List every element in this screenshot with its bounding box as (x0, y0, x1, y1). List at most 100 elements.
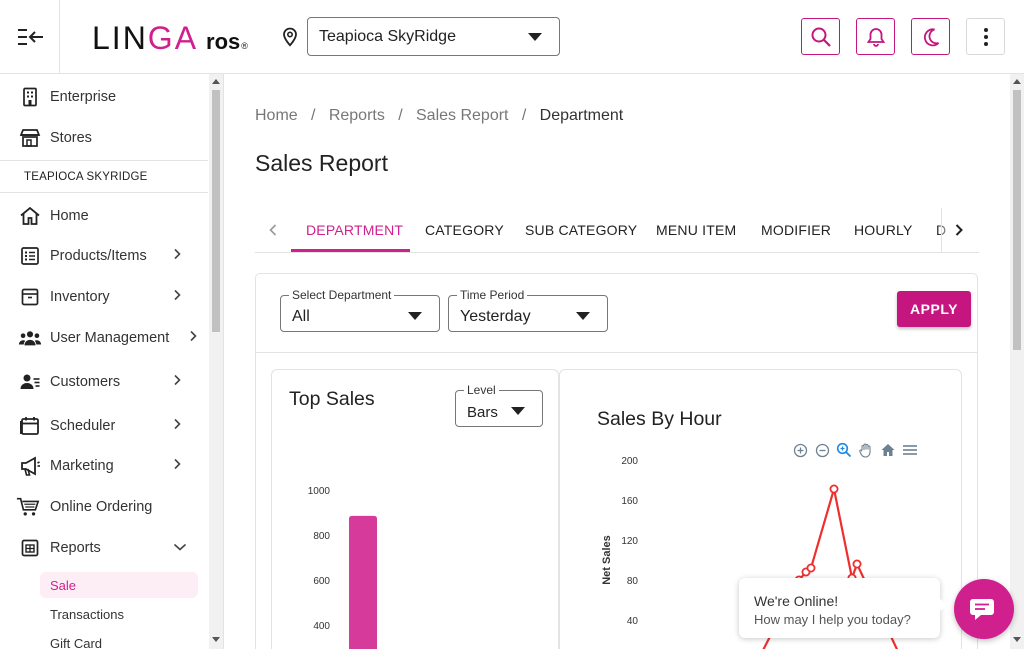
megaphone-icon (18, 454, 42, 478)
sidebar-item-label: Products/Items (50, 248, 147, 264)
breadcrumb-sales-report[interactable]: Sales Report (416, 107, 509, 125)
tab-department[interactable]: DEPARTMENT (306, 208, 403, 252)
sidebar-item-home[interactable]: Home (0, 198, 208, 234)
sidebar-item-label: Scheduler (50, 418, 116, 434)
store-select-value: Teapioca SkyRidge (319, 27, 456, 45)
logo-registered-mark: ® (241, 41, 248, 51)
chevron-down-icon (408, 312, 422, 320)
tab-label: MENU ITEM (656, 222, 737, 238)
page-scrollbar-thumb[interactable] (1013, 90, 1021, 350)
sidebar-subitem-sale[interactable]: Sale (40, 572, 198, 598)
tab-label: HOURLY (854, 222, 913, 238)
sidebar-item-enterprise[interactable]: Enterprise (0, 79, 208, 115)
chat-launcher-button[interactable] (954, 579, 1014, 639)
sales-by-hour-y-tick: 80 (627, 576, 639, 587)
filter-card-divider (256, 352, 977, 353)
sidebar-divider (0, 160, 208, 161)
sales-by-hour-y-tick: 200 (621, 456, 638, 467)
sidebar-item-inventory[interactable]: Inventory (0, 279, 208, 315)
sidebar-item-customers[interactable]: Customers (0, 364, 208, 400)
sidebar-item-label: Online Ordering (50, 499, 153, 515)
list-icon (18, 244, 42, 268)
breadcrumb-home[interactable]: Home (255, 107, 298, 125)
top-sales-card: Top Sales Level Bars 400 600 800 1000 (271, 369, 559, 649)
cart-icon (16, 495, 40, 519)
sidebar-item-label: User Management (50, 330, 170, 346)
chat-greeting-subtitle: How may I help you today? (754, 612, 911, 627)
sidebar-item-reports[interactable]: Reports (0, 530, 208, 566)
customers-icon (18, 370, 42, 394)
menu-collapse-icon[interactable] (0, 0, 60, 73)
tab-category[interactable]: CATEGORY (425, 208, 504, 252)
breadcrumb-department: Department (539, 107, 624, 124)
scroll-up-arrow-icon[interactable] (1013, 79, 1021, 84)
more-options-button[interactable] (966, 18, 1005, 55)
linga-logo[interactable]: LIN GA ros ® (92, 20, 248, 57)
department-select-value: All (292, 308, 310, 325)
tabs-scroll-left-button[interactable] (263, 220, 283, 240)
sales-by-hour-y-axis-label: Net Sales (601, 535, 613, 585)
notifications-button[interactable] (856, 18, 895, 55)
sidebar-item-label: Customers (50, 374, 121, 390)
scroll-down-arrow-icon[interactable] (1013, 637, 1021, 642)
sales-by-hour-y-tick: 40 (627, 616, 639, 627)
store-icon (18, 126, 42, 150)
tab-modifier[interactable]: MODIFIER (761, 208, 831, 252)
breadcrumb: Home / Reports / Sales Report / Departme… (255, 107, 623, 125)
logo-text-ros: ros (206, 29, 241, 54)
tab-menu-item[interactable]: MENU ITEM (656, 208, 736, 252)
sidebar-subitem-gift-card[interactable]: Gift Card (40, 630, 198, 649)
chat-bubble-tail (939, 598, 947, 612)
chevron-down-icon (173, 539, 187, 557)
tab-hourly[interactable]: HOURLY (854, 208, 913, 252)
sidebar-scrollbar[interactable] (209, 74, 223, 649)
sidebar-item-online-ordering[interactable]: Online Ordering (0, 489, 208, 525)
chevron-right-icon (955, 224, 963, 236)
chat-greeting-bubble[interactable]: We're Online! How may I help you today? (739, 578, 947, 638)
breadcrumb-reports[interactable]: Reports (329, 107, 385, 125)
top-sales-chart: 400 600 800 1000 (308, 486, 377, 649)
building-icon (18, 85, 42, 109)
department-select[interactable]: Select Department All (280, 288, 440, 332)
tabs-scroll-right-button[interactable] (949, 220, 969, 240)
sidebar-item-marketing[interactable]: Marketing (0, 448, 208, 484)
sidebar-item-label: Stores (50, 130, 92, 146)
logo-text-lin: LIN (92, 20, 148, 56)
sidebar-item-label: Home (50, 208, 89, 224)
chevron-left-icon (269, 224, 277, 236)
tab-label: SUB CATEGORY (525, 222, 638, 238)
search-button[interactable] (801, 18, 840, 55)
users-icon (18, 326, 42, 350)
tabs-divider (941, 208, 942, 252)
scroll-up-arrow-icon[interactable] (212, 79, 220, 84)
sidebar-subitem-label: Gift Card (50, 635, 103, 649)
chevron-down-icon (576, 312, 590, 320)
sidebar-item-products-items[interactable]: Products/Items (0, 238, 208, 274)
scroll-down-arrow-icon[interactable] (212, 637, 220, 642)
search-icon (811, 27, 831, 47)
sidebar-item-label: Reports (50, 540, 101, 556)
reports-icon (18, 536, 42, 560)
report-tabs: DEPARTMENT CATEGORY SUB CATEGORY MENU IT… (255, 208, 979, 253)
sidebar-scrollbar-thumb[interactable] (212, 90, 220, 332)
sidebar-item-scheduler[interactable]: Scheduler (0, 408, 208, 444)
time-period-select-value: Yesterday (460, 308, 531, 325)
chat-icon (970, 599, 994, 620)
sidebar-item-user-management[interactable]: User Management (0, 320, 208, 356)
main-content: Home / Reports / Sales Report / Departme… (225, 74, 1010, 649)
dark-mode-button[interactable] (911, 18, 950, 55)
chevron-right-icon (188, 329, 198, 347)
department-select-label: Select Department (289, 288, 395, 302)
time-period-select-label: Time Period (457, 288, 528, 302)
store-select[interactable]: Teapioca SkyRidge (307, 17, 560, 56)
sidebar-item-stores[interactable]: Stores (0, 120, 208, 156)
tab-sub-category[interactable]: SUB CATEGORY (525, 208, 637, 252)
top-sales-y-tick: 1000 (308, 486, 331, 497)
page-scrollbar[interactable] (1010, 74, 1024, 649)
apply-button[interactable]: APPLY (897, 291, 971, 327)
sidebar-item-label: Inventory (50, 289, 110, 305)
location-pin-icon (281, 27, 299, 52)
sidebar: Enterprise Stores TEAPIOCA SKYRIDGE Home… (0, 74, 224, 649)
time-period-select[interactable]: Time Period Yesterday (448, 288, 608, 332)
sidebar-subitem-transactions[interactable]: Transactions (40, 601, 198, 627)
